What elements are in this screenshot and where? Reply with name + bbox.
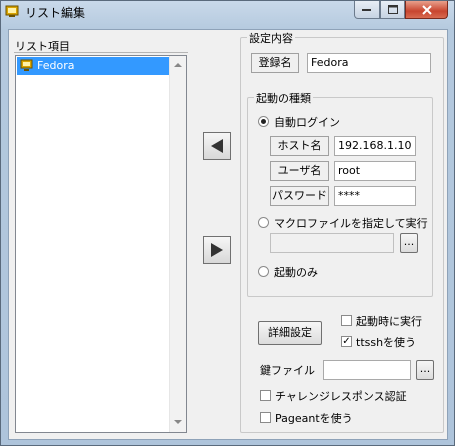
use-pageant-label: Pageantを使う <box>275 412 353 425</box>
title-bar[interactable]: リスト編集 <box>1 1 454 23</box>
use-ttssh-label: ttsshを使う <box>356 336 417 349</box>
list-item[interactable]: Fedora <box>17 57 169 75</box>
dialog-body: リスト項目 Fedora 設定内容 登録名 Fedora 起動の種類 自動ログイ… <box>8 29 448 440</box>
macro-path-input[interactable] <box>270 233 394 253</box>
maximize-button[interactable] <box>380 1 405 19</box>
list-edit-window: リスト編集 リスト項目 Fedora 設定内容 登録名 Fedora 起動の種類… <box>0 0 455 446</box>
key-file-browse-button[interactable]: ... <box>416 360 434 380</box>
host-label: ホスト名 <box>270 136 329 156</box>
password-input[interactable]: **** <box>334 186 416 206</box>
macro-browse-button[interactable]: ... <box>400 233 418 253</box>
run-at-startup-label: 起動時に実行 <box>356 315 422 328</box>
close-icon <box>421 4 432 15</box>
host-input[interactable]: 192.168.1.10 <box>334 136 416 156</box>
settings-legend: 設定内容 <box>247 30 295 46</box>
caption-buttons <box>354 1 448 20</box>
minimize-icon <box>362 8 371 11</box>
minimize-button[interactable] <box>354 1 380 19</box>
item-list[interactable]: Fedora <box>15 55 187 433</box>
list-header-divider <box>14 52 188 53</box>
list-scrollbar[interactable] <box>169 56 186 432</box>
auto-login-radio[interactable] <box>258 116 269 127</box>
user-label: ユーザ名 <box>270 161 329 181</box>
list-item-label: Fedora <box>37 59 75 72</box>
registered-name-label: 登録名 <box>251 53 299 73</box>
left-arrow-icon <box>211 139 223 153</box>
challenge-response-label: チャレンジレスポンス認証 <box>275 390 407 403</box>
right-arrow-icon <box>211 243 223 257</box>
launch-type-group: 起動の種類 自動ログイン ホスト名 192.168.1.10 ユーザ名 root… <box>247 90 433 297</box>
maximize-icon <box>387 5 398 14</box>
move-left-button[interactable] <box>203 132 231 160</box>
detail-settings-button[interactable]: 詳細設定 <box>258 321 322 345</box>
registered-name-input[interactable]: Fedora <box>307 53 431 73</box>
scroll-down-icon[interactable] <box>174 420 182 425</box>
scroll-up-icon[interactable] <box>174 63 182 68</box>
launch-only-radio[interactable] <box>258 266 269 277</box>
challenge-response-checkbox[interactable] <box>260 390 271 401</box>
macro-radio[interactable] <box>258 217 269 228</box>
use-ttssh-checkbox[interactable]: ✓ <box>341 336 352 347</box>
macro-label: マクロファイルを指定して実行 <box>274 217 428 230</box>
app-icon <box>5 4 19 18</box>
key-file-input[interactable] <box>323 360 411 380</box>
user-input[interactable]: root <box>334 161 416 181</box>
close-button[interactable] <box>405 1 448 19</box>
key-file-label: 鍵ファイル <box>260 364 315 377</box>
settings-group: 設定内容 登録名 Fedora 起動の種類 自動ログイン ホスト名 192.16… <box>240 30 444 433</box>
move-right-button[interactable] <box>203 236 231 264</box>
launch-only-label: 起動のみ <box>274 266 318 279</box>
run-at-startup-checkbox[interactable] <box>341 315 352 326</box>
window-title: リスト編集 <box>25 6 86 20</box>
auto-login-label: 自動ログイン <box>274 116 340 129</box>
use-pageant-checkbox[interactable] <box>260 412 271 423</box>
computer-icon <box>20 59 33 72</box>
password-label: パスワード <box>270 186 329 206</box>
launch-type-legend: 起動の種類 <box>254 90 313 106</box>
